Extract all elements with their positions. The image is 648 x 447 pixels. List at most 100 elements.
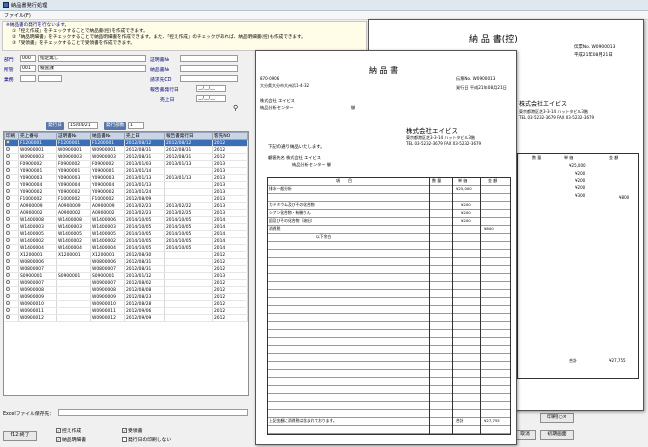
col-print[interactable]: 印刷 <box>4 132 19 140</box>
print-radio[interactable] <box>4 195 19 203</box>
table-row[interactable]: W0900001 W0900001 W0900001 2012/08/31 2012/0… <box>4 146 248 154</box>
hikae-checkbox[interactable]: ✓ 控え作成 <box>56 427 81 434</box>
table-cell: Y0900001 <box>90 167 125 175</box>
report-date-input[interactable]: __/__/__ <box>196 85 226 92</box>
shozoku-code-input[interactable]: 001 <box>20 65 36 72</box>
table-row[interactable]: W0800006 W0800006 2012/08/31 2012 <box>4 258 248 266</box>
print-radio[interactable] <box>4 272 19 280</box>
bumon-code-input[interactable]: 000 <box>20 55 36 62</box>
table-cell: 2012/08/31 <box>124 146 165 154</box>
col-cert-no[interactable]: 証明書№ <box>56 132 91 140</box>
table-row[interactable]: W1400003 W1400003 W1400003 2014/10/05 2014/1… <box>4 223 248 231</box>
table-cell: W0800007 <box>18 265 57 273</box>
sheet-company: 株式会社エイビス <box>406 127 458 135</box>
table-row[interactable]: S0900001 S0900001 S0900001 2013/01/12 2013 <box>4 272 248 280</box>
table-row[interactable]: W0900007 W0900007 2012/08/02 2012 <box>4 279 248 287</box>
cancel-button[interactable]: 取消 <box>514 430 536 440</box>
table-row[interactable]: W0900009 W0900009 2012/08/23 2012 <box>4 293 248 301</box>
meisai-checkbox[interactable]: ✓ 納品明細書 <box>56 436 86 443</box>
print-radio[interactable] <box>4 181 19 189</box>
print-radio[interactable] <box>4 286 19 294</box>
table-cell: W0900009 <box>90 293 125 301</box>
exit-button[interactable]: f12:終了 <box>3 431 37 441</box>
seikyu-input[interactable] <box>180 55 238 62</box>
print-radio[interactable] <box>4 153 19 161</box>
print-radio[interactable] <box>4 265 19 273</box>
gyomu-select[interactable] <box>38 75 62 82</box>
print-radio[interactable] <box>4 188 19 196</box>
client-input[interactable] <box>180 75 238 82</box>
table-row[interactable]: Y0900003 Y0900003 Y0900003 2013/01/13 2013/0… <box>4 174 248 182</box>
nohin-input[interactable] <box>180 65 238 72</box>
print-radio[interactable] <box>4 202 19 210</box>
hakko-date-input[interactable]: 15/04/21 <box>68 122 98 129</box>
print-radio[interactable] <box>4 279 19 287</box>
table-row[interactable]: W0900011 W0900011 2012/09/06 2012 <box>4 307 248 315</box>
table-row[interactable]: A0900009 A0900009 A0900009 2013/02/23 2013/0… <box>4 202 248 210</box>
table-row[interactable]: W1400002 W1400002 W1400002 2014/10/05 2014/1… <box>4 237 248 245</box>
print-radio[interactable] <box>4 307 19 315</box>
table-row[interactable]: W0900012 W0900012 2012/09/09 2012 <box>4 314 248 322</box>
print-radio[interactable] <box>4 216 19 224</box>
juryo-checkbox[interactable]: ✓ 受領書 <box>122 427 142 434</box>
copy-total-label: 合計 <box>569 358 577 363</box>
binoculars-icon[interactable]: ⚲ <box>233 104 238 112</box>
sheet-total: ¥27,755 <box>484 418 500 423</box>
sheet-row2: カドミウム及びその化合物 <box>269 202 315 208</box>
table-row[interactable]: W0900010 W0900010 2012/08/28 2012 <box>4 300 248 308</box>
table-row[interactable]: F1000002 F1000002 F1000002 2012/08/09 2013 <box>4 195 248 203</box>
print-radio[interactable] <box>4 223 19 231</box>
gyomu-code-input[interactable] <box>20 75 36 82</box>
table-row[interactable]: W0900003 W0900003 W0900003 2012/08/31 2012/0… <box>4 153 248 161</box>
uriage-date-input[interactable]: __/__/__ <box>196 95 226 102</box>
table-row[interactable]: A0900002 A0900002 A0900002 2013/02/23 2013/0… <box>4 209 248 217</box>
print-radio[interactable] <box>4 167 19 175</box>
print-radio[interactable] <box>4 293 19 301</box>
radio-icon <box>5 301 10 306</box>
table-cell: 2012/08/12 <box>164 139 213 147</box>
table-row[interactable]: W1400004 W1400004 W1400004 2014/10/05 2014/1… <box>4 244 248 252</box>
print-radio[interactable] <box>4 237 19 245</box>
table-row[interactable]: F1200001 F1200001 F1200001 2012/08/12 2012/0… <box>4 139 248 147</box>
col-sales-no[interactable]: 売上番号 <box>18 132 57 140</box>
print-radio[interactable] <box>4 160 19 168</box>
col-delivery-no[interactable]: 納品書№ <box>90 132 125 140</box>
init-screen-button[interactable]: 初期画面 <box>540 430 574 440</box>
table-cell: W1400002 <box>56 237 91 245</box>
table-row[interactable]: W1400008 W1400008 W1400006 2014/10/05 2014/1… <box>4 216 248 224</box>
table-cell: W0900011 <box>90 307 125 315</box>
sheet-total-label: 合計 <box>456 418 464 424</box>
table-row[interactable]: X1200001 X1200001 X1200001 2012/08/30 2012 <box>4 251 248 259</box>
bumon-select[interactable]: 指定無し <box>38 55 146 62</box>
col-client-no[interactable]: 客先NO <box>212 132 248 140</box>
col-sales-date[interactable]: 売上日 <box>124 132 165 140</box>
table-cell <box>164 188 213 196</box>
print-radio[interactable] <box>4 314 19 322</box>
print-radio[interactable] <box>4 230 19 238</box>
table-cell: 2013 <box>212 209 248 217</box>
noprint-checkbox[interactable]: 発行日の印刷しない <box>122 436 171 443</box>
print-radio[interactable] <box>4 244 19 252</box>
table-row[interactable]: Y0900001 Y0900001 Y0900001 2013/01/14 2013 <box>4 167 248 175</box>
menu-file[interactable]: ファイル(F) <box>4 12 31 19</box>
print-button[interactable]: 印刷(○× <box>540 413 574 423</box>
busu-input[interactable]: 1 <box>128 122 144 129</box>
check-icon: ✓ <box>56 428 61 433</box>
table-row[interactable]: W0800007 W0800007 2012/08/31 2012 <box>4 265 248 273</box>
print-radio[interactable] <box>4 139 19 147</box>
print-radio[interactable] <box>4 146 19 154</box>
table-row[interactable]: Y0900002 Y0900002 Y0900002 2013/01/24 2013 <box>4 188 248 196</box>
table-row[interactable]: Y0900004 Y0900004 Y0900004 2013/01/13 2013 <box>4 181 248 189</box>
table-row[interactable]: W0900008 W0900008 2012/08/08 2012 <box>4 286 248 294</box>
table-row[interactable]: W1400005 W1400005 W1400005 2014/10/05 2014/1… <box>4 230 248 238</box>
shozoku-select[interactable]: 検査課 <box>38 65 146 72</box>
table-cell: 2013/01/13 <box>164 160 213 168</box>
excel-path-input[interactable] <box>58 409 248 416</box>
print-radio[interactable] <box>4 258 19 266</box>
print-radio[interactable] <box>4 300 19 308</box>
print-radio[interactable] <box>4 251 19 259</box>
table-row[interactable]: F0900002 F0900002 F0900002 2013/01/03 2013/0… <box>4 160 248 168</box>
print-radio[interactable] <box>4 209 19 217</box>
col-report-date[interactable]: 報告書発行日 <box>164 132 213 140</box>
print-radio[interactable] <box>4 174 19 182</box>
